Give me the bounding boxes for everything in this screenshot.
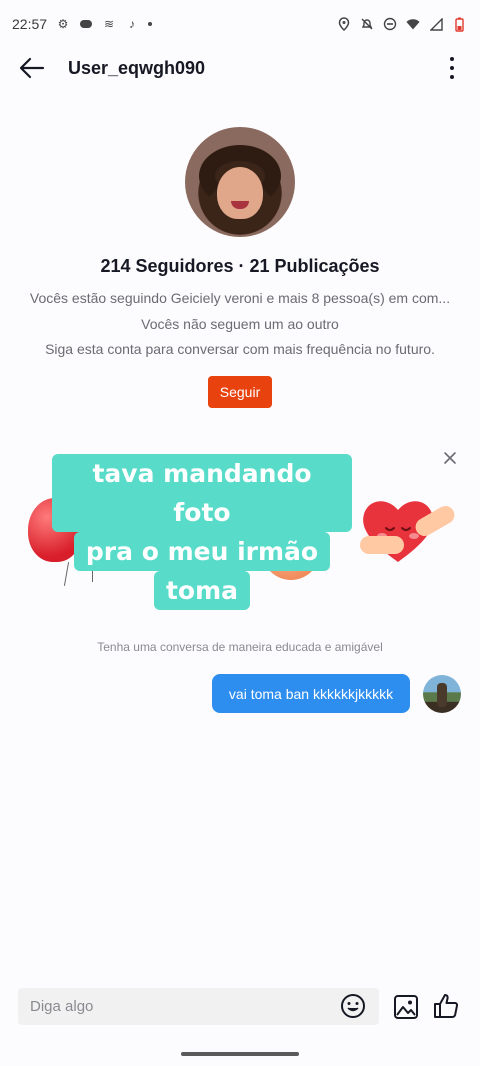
hug-arm-left [360,536,404,554]
chat-username[interactable]: User_eqwgh090 [68,58,205,79]
not-following-text: Vocês não seguem um ao outro [141,316,339,332]
own-avatar[interactable] [423,675,461,713]
settings-icon: ⚙ [57,17,69,31]
chat-header: User_eqwgh090 [0,48,480,88]
signal-app-icon: ≋ [104,17,115,31]
more-options-button[interactable] [440,52,464,84]
notifications-off-icon [360,17,374,31]
more-dot [450,57,454,61]
mutual-following-text: Vocês estão seguindo Geiciely veroni e m… [29,290,451,306]
message-input-bar [18,988,379,1025]
game-controller-icon [79,17,93,31]
send-like-button[interactable] [432,992,460,1020]
more-dot [450,75,454,79]
message-input[interactable] [30,998,320,1015]
cell-signal-icon [429,17,443,31]
do-not-disturb-icon [383,17,397,31]
image-icon [394,995,418,1019]
emoji-button[interactable] [340,993,366,1019]
thumbs-up-icon [434,994,459,1018]
battery-low-icon [452,17,466,32]
sticker-caption: tava mandando foto pra o meu irmão toma [52,454,352,610]
chat-screen: 22:57 ⚙ ≋ ♪ User_eqwgh090 214 Seguidores… [0,0,480,1066]
smiley-icon [341,994,365,1018]
close-icon [444,452,456,464]
back-button[interactable] [16,52,48,84]
tiktok-icon: ♪ [129,17,136,31]
sticker-line: tava mandando foto [52,454,352,532]
location-icon [337,17,351,31]
more-notifications-dot [148,22,153,26]
profile-stats: 214 Seguidores · 21 Publicações [100,256,380,276]
follow-button[interactable]: Seguir [208,376,272,408]
close-banner-button[interactable] [440,448,460,468]
arrow-left-icon [19,57,45,79]
avatar-face [217,167,263,219]
status-left: 22:57 ⚙ ≋ ♪ [12,16,153,32]
follow-hint-text: Siga esta conta para conversar com mais … [45,341,435,357]
profile-avatar[interactable] [185,127,295,237]
sent-message-bubble[interactable]: vai toma ban kkkkkkjkkkkk [212,674,410,713]
send-image-button[interactable] [393,994,419,1020]
status-time: 22:57 [12,16,48,32]
conversation-etiquette-caption: Tenha uma conversa de maneira educada e … [97,640,383,654]
more-dot [450,66,454,70]
status-right [337,17,466,32]
status-bar: 22:57 ⚙ ≋ ♪ [0,0,480,48]
sticker-line: pra o meu irmão [73,532,331,571]
wifi-icon [406,17,420,31]
sticker-line: toma [153,571,251,610]
sticker-banner: tava mandando foto pra o meu irmão toma [0,440,480,610]
avatar-figure [437,683,447,707]
home-indicator[interactable] [181,1052,299,1056]
